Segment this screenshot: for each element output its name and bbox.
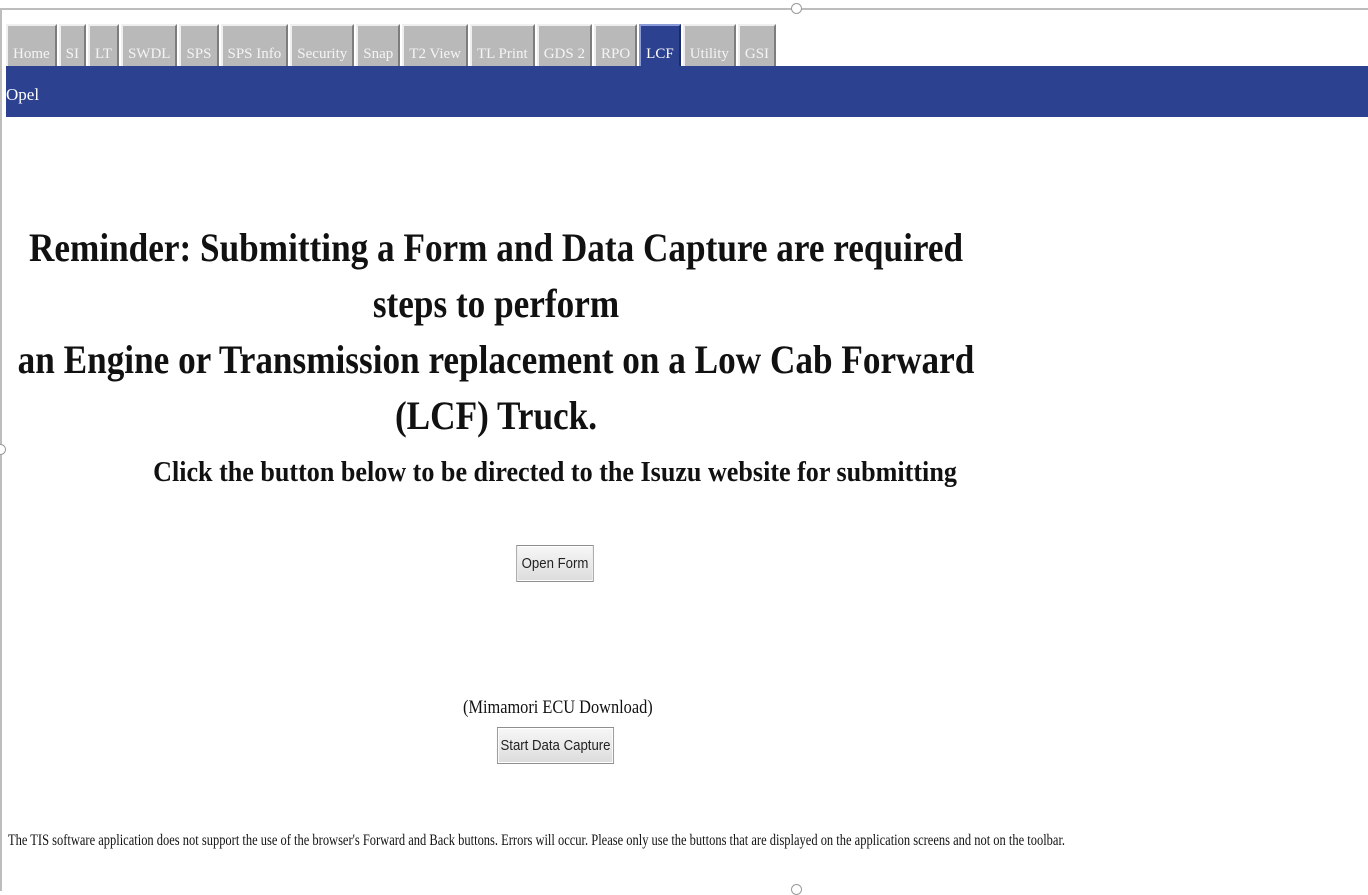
tab-bar: Home SI LT SWDL SPS SPS Info Security Snap T2 Vi… [6,20,778,66]
frame-top-line [0,8,1368,10]
capture-caption: (Mimamori ECU Download) [463,697,653,718]
tab-utility[interactable]: Utility [682,24,736,66]
tab-swdl[interactable]: SWDL [120,24,178,66]
instruction-text: Click the button below to be directed to… [153,456,957,488]
tab-home[interactable]: Home [6,24,57,66]
tab-gds-2[interactable]: GDS 2 [536,24,592,66]
resize-handle-top[interactable] [791,3,802,14]
reminder-heading: Reminder: Submitting a Form and Data Cap… [12,220,980,444]
tab-lt[interactable]: LT [88,24,119,66]
brand-label: Opel [6,85,40,104]
tab-t2-view[interactable]: T2 View [402,24,469,66]
tab-lcf[interactable]: LCF [639,24,681,66]
header-bar: Opel [6,66,1368,117]
tab-gsi[interactable]: GSI [737,24,777,66]
tab-snap[interactable]: Snap [356,24,401,66]
tab-rpo[interactable]: RPO [593,24,638,66]
reminder-line-1: Reminder: Submitting a Form and Data Cap… [28,225,964,326]
tab-tl-print[interactable]: TL Print [470,24,535,66]
resize-handle-left[interactable] [0,444,6,455]
footer-notice: The TIS software application does not su… [8,832,1066,849]
tab-sps-info[interactable]: SPS Info [220,24,289,66]
start-data-capture-button[interactable]: Start Data Capture [496,727,615,764]
resize-handle-bottom[interactable] [791,884,802,895]
tab-sps[interactable]: SPS [179,24,219,66]
reminder-line-2: an Engine or Transmission replacement on… [17,337,975,438]
tab-security[interactable]: Security [290,24,355,66]
tab-si[interactable]: SI [58,24,87,66]
open-form-button[interactable]: Open Form [516,545,594,582]
